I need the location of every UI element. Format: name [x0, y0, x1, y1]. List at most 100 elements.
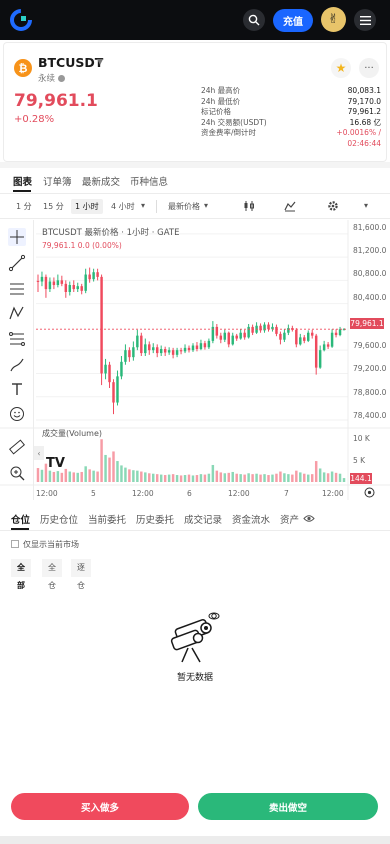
- contract-type-label: 永续: [38, 74, 56, 84]
- candle-body: [152, 347, 155, 351]
- timeframe-1h[interactable]: 1 小时: [71, 199, 103, 214]
- chevron-down-icon[interactable]: ▼: [97, 57, 103, 66]
- volume-bar: [195, 475, 199, 482]
- contract-type: 永续: [38, 72, 66, 84]
- volume-bar: [68, 471, 72, 482]
- indicators-icon[interactable]: [284, 200, 296, 212]
- buy-long-button[interactable]: 买入做多: [11, 793, 189, 820]
- menu-icon[interactable]: [354, 9, 376, 31]
- last-price-tag: 79,961.1: [350, 318, 384, 329]
- favorite-star-icon[interactable]: ★: [331, 58, 351, 78]
- avatar-icon[interactable]: ✌: [321, 7, 346, 32]
- volume-bar: [295, 470, 298, 482]
- volume-bar: [104, 454, 107, 482]
- candle-body: [307, 332, 310, 341]
- tab-recent-trades[interactable]: 最新成交: [82, 174, 120, 188]
- volume-bar: [183, 475, 187, 482]
- volume-bar: [132, 470, 135, 482]
- tab-chart[interactable]: 图表: [13, 174, 32, 188]
- time-axis-label: 7: [284, 489, 289, 498]
- timeframe-15m[interactable]: 15 分: [43, 201, 64, 212]
- timeframe-1m[interactable]: 1 分: [16, 201, 32, 212]
- price-type-select[interactable]: 最新价格: [168, 201, 200, 212]
- candle-body: [132, 347, 135, 358]
- volume-axis-label: 5 K: [353, 456, 366, 465]
- candles-icon[interactable]: [243, 200, 255, 212]
- positions-tabs: 仓位 历史仓位 当前委托 历史委托 成交记录 资金流水 资产: [0, 507, 390, 531]
- stat-label: 24h 交易额(USDT): [201, 117, 267, 127]
- current-market-label: 仅显示当前市场: [23, 540, 79, 549]
- tab-orderbook[interactable]: 订单簿: [43, 174, 72, 188]
- candle-body: [247, 326, 250, 338]
- tab-positions[interactable]: 仓位: [11, 512, 30, 526]
- stat-label: 资金费率/倒计时: [201, 128, 257, 137]
- candle-body: [310, 332, 314, 336]
- candle-body: [88, 274, 91, 280]
- candle-body: [128, 350, 131, 358]
- tab-funding-flow[interactable]: 资金流水: [232, 512, 270, 526]
- volume-bar: [291, 474, 294, 482]
- volume-bar: [307, 474, 310, 482]
- info-icon[interactable]: [58, 75, 66, 82]
- candle-body: [219, 335, 223, 340]
- stat-value: 80,083.1: [347, 86, 381, 95]
- logo-icon[interactable]: [10, 9, 32, 31]
- checkbox[interactable]: [11, 540, 19, 548]
- tab-assets[interactable]: 资产: [280, 512, 299, 526]
- candle-body: [175, 350, 179, 355]
- stat-low: 24h 最低价 79,170.0: [201, 97, 381, 108]
- candle-body: [235, 335, 238, 339]
- tab-open-orders[interactable]: 当前委托: [88, 512, 126, 526]
- stat-turnover: 24h 交易额(USDT) 16.68 亿: [201, 118, 381, 129]
- volume-bar: [326, 473, 330, 482]
- tab-trade-history[interactable]: 成交记录: [184, 512, 222, 526]
- candle-body: [227, 332, 230, 345]
- candle-body: [36, 280, 40, 282]
- tab-position-history[interactable]: 历史仓位: [40, 512, 78, 526]
- volume-bar: [338, 473, 342, 482]
- volume-bar: [283, 473, 286, 482]
- current-market-toggle[interactable]: 仅显示当前市场: [11, 539, 79, 550]
- sell-short-button[interactable]: 卖出做空: [198, 793, 378, 820]
- candle-body: [203, 343, 207, 348]
- volume-bar: [171, 474, 175, 482]
- chevron-left-icon[interactable]: ‹: [34, 446, 44, 460]
- timeframe-4h[interactable]: 4 小时: [111, 201, 135, 212]
- volume-bar: [84, 466, 87, 482]
- filter-all[interactable]: 全部: [11, 559, 31, 590]
- tab-coin-info[interactable]: 币种信息: [130, 174, 168, 188]
- candle-body: [231, 335, 234, 345]
- volume-bar: [299, 472, 302, 482]
- candle-body: [326, 344, 330, 347]
- stat-countdown: 02:46:44: [201, 139, 381, 150]
- filter-cross[interactable]: 全仓: [42, 559, 62, 590]
- settings-circle-icon[interactable]: [364, 487, 375, 498]
- volume-bar: [175, 475, 179, 482]
- stat-label: 标记价格: [201, 107, 231, 116]
- candle-body: [338, 329, 342, 336]
- volume-bar: [80, 471, 83, 482]
- volume-bar: [318, 468, 322, 482]
- volume-bar: [112, 451, 115, 482]
- chart-title: BTCUSDT 最新价格 · 1小时 · GATE: [42, 228, 180, 238]
- volume-axis-label: 10 K: [353, 434, 370, 443]
- eye-icon[interactable]: [303, 514, 315, 523]
- timeframe-more-caret[interactable]: ▾: [141, 201, 145, 210]
- more-icon[interactable]: ···: [359, 58, 379, 78]
- filter-isolated[interactable]: 逐仓: [71, 559, 91, 590]
- deposit-button[interactable]: 充值: [273, 9, 313, 32]
- stat-high: 24h 最高价 80,083.1: [201, 86, 381, 97]
- top-nav: 充值 ✌: [0, 0, 390, 40]
- volume-bar: [56, 471, 60, 482]
- volume-bar: [163, 475, 167, 482]
- chevron-down-icon[interactable]: ▾: [204, 201, 208, 210]
- candle-body: [287, 328, 290, 333]
- tab-order-history[interactable]: 历史委托: [136, 512, 174, 526]
- chevron-down-icon[interactable]: ▾: [364, 201, 368, 210]
- symbol-selector[interactable]: BTCUSDT: [38, 55, 103, 70]
- search-icon[interactable]: [243, 9, 265, 31]
- gear-icon[interactable]: [327, 200, 339, 212]
- stat-funding: 资金费率/倒计时 +0.0016% /: [201, 128, 381, 139]
- candle-body: [195, 345, 199, 350]
- volume-bar: [179, 475, 183, 482]
